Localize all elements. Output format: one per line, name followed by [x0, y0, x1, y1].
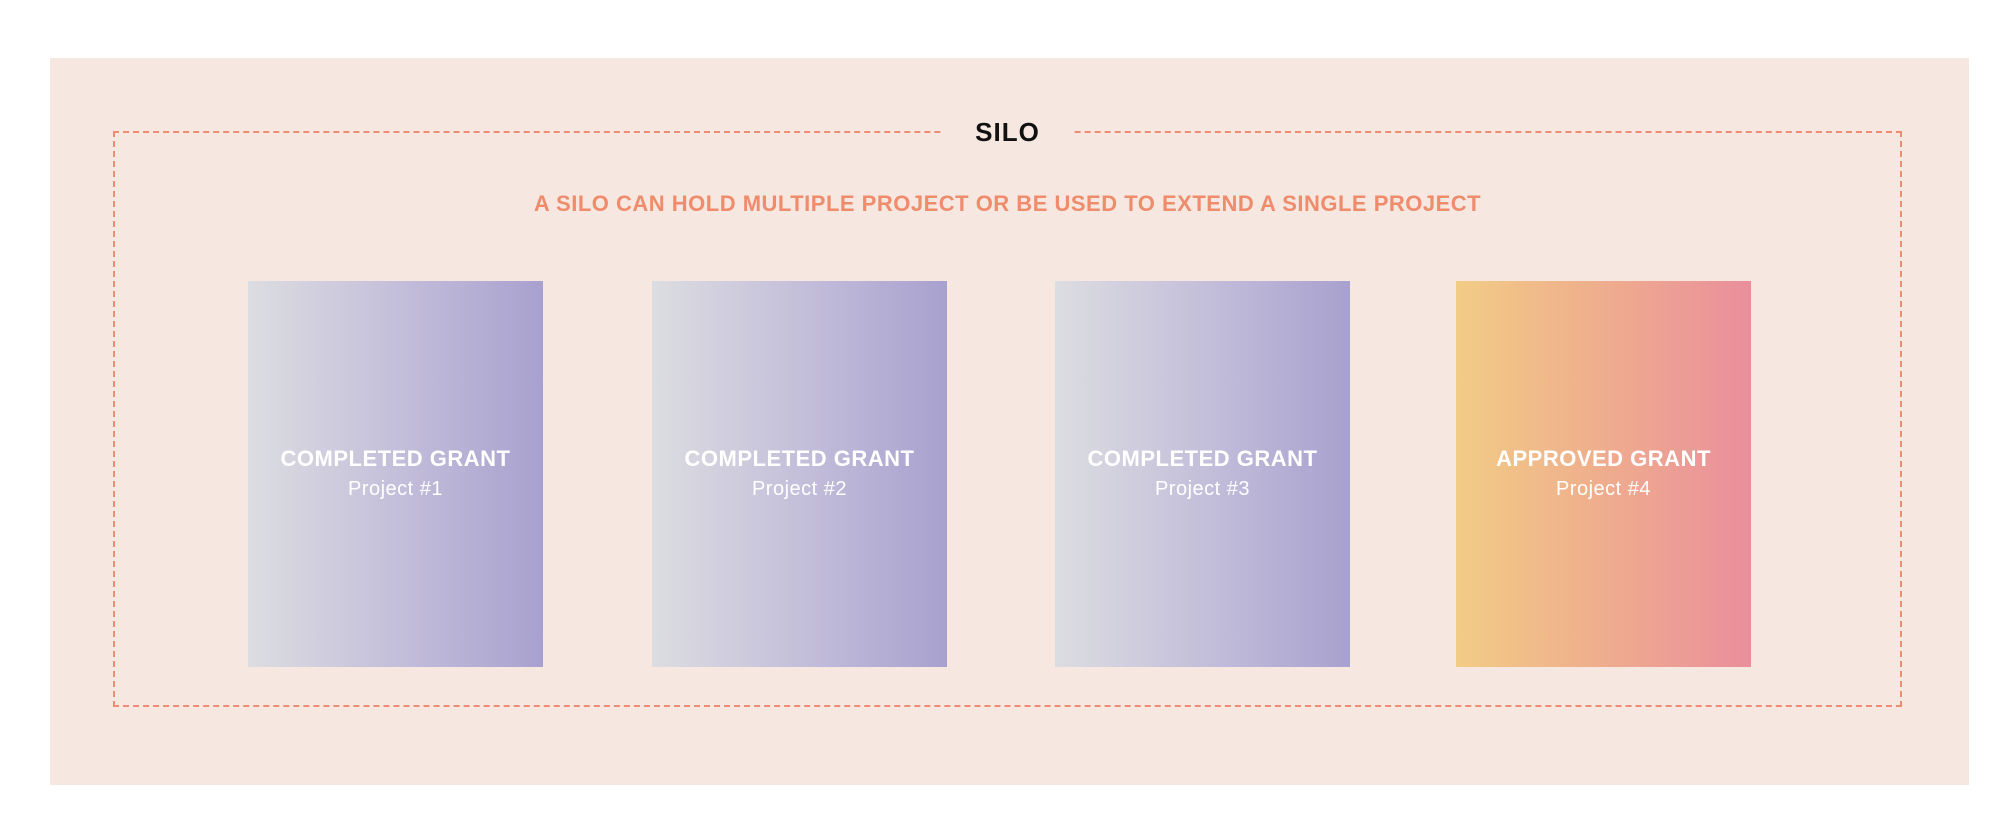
- card-status-label: COMPLETED GRANT: [1087, 446, 1318, 471]
- silo-title: SILO: [943, 117, 1072, 147]
- card-status-label: COMPLETED GRANT: [684, 446, 915, 471]
- card-project-label: Project #3: [1154, 478, 1251, 500]
- silo-panel: SILO A SILO CAN HOLD MULTIPLE PROJECT OR…: [50, 58, 1969, 785]
- card-status-label: COMPLETED GRANT: [280, 446, 511, 471]
- project-card-1: COMPLETED GRANT Project #1: [248, 281, 543, 667]
- card-project-label: Project #1: [347, 478, 444, 500]
- project-card-2: COMPLETED GRANT Project #2: [652, 281, 947, 667]
- silo-boundary: SILO A SILO CAN HOLD MULTIPLE PROJECT OR…: [113, 117, 1902, 707]
- card-project-label: Project #2: [751, 478, 848, 500]
- silo-description: A SILO CAN HOLD MULTIPLE PROJECT OR BE U…: [533, 191, 1482, 216]
- project-card-3: COMPLETED GRANT Project #3: [1055, 281, 1350, 667]
- card-project-label: Project #4: [1555, 478, 1652, 500]
- card-status-label: APPROVED GRANT: [1496, 446, 1711, 471]
- project-card-4: APPROVED GRANT Project #4: [1456, 281, 1751, 667]
